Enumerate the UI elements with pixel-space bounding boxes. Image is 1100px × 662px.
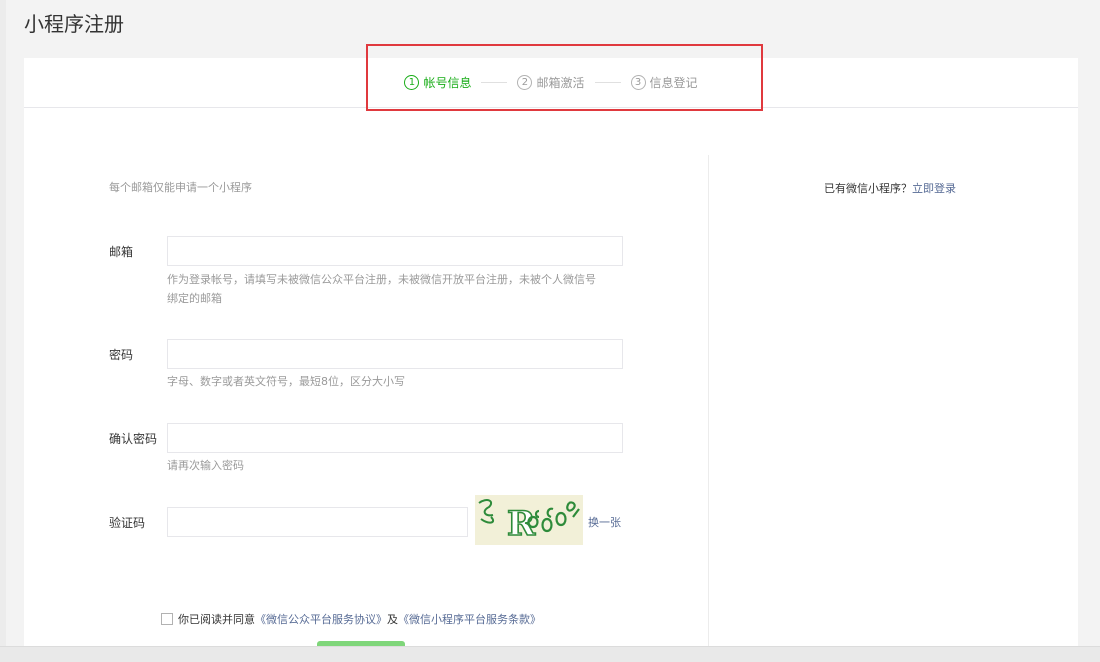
agreement-and: 及 <box>387 613 398 626</box>
agreement-prefix: 你已阅读并同意 <box>178 613 255 626</box>
password-tip: 字母、数字或者英文符号，最短8位，区分大小写 <box>167 375 405 388</box>
page-title: 小程序注册 <box>24 12 124 36</box>
email-input[interactable] <box>167 236 623 266</box>
confirm-password-label: 确认密码 <box>109 432 158 446</box>
email-tip-line-2: 绑定的邮箱 <box>167 292 222 305</box>
captcha-glyph: R <box>507 504 536 544</box>
captcha-image[interactable]: R <box>475 495 583 545</box>
login-link[interactable]: 立即登录 <box>912 182 956 195</box>
mini-program-terms-link[interactable]: 《微信小程序平台服务条款》 <box>398 611 541 627</box>
existing-account-prompt: 已有微信小程序？立即登录 <box>824 180 956 196</box>
password-label: 密码 <box>109 348 134 362</box>
highlight-annotation-box <box>366 44 763 111</box>
confirm-password-input[interactable] <box>167 423 623 453</box>
service-agreement-link[interactable]: 《微信公众平台服务协议》 <box>255 611 387 627</box>
confirm-password-tip: 请再次输入密码 <box>167 459 244 472</box>
captcha-input[interactable] <box>167 507 468 537</box>
password-input[interactable] <box>167 339 623 369</box>
email-label: 邮箱 <box>109 245 134 259</box>
captcha-label: 验证码 <box>109 516 146 530</box>
agreement-checkbox[interactable] <box>161 613 173 625</box>
email-tip-line-1: 作为登录帐号，请填写未被微信公众平台注册，未被微信开放平台注册，未被个人微信号 <box>167 273 596 286</box>
bottom-scrollbar[interactable] <box>0 646 1100 662</box>
email-tip: 作为登录帐号，请填写未被微信公众平台注册，未被微信开放平台注册，未被个人微信号 … <box>167 270 596 308</box>
email-limit-hint: 每个邮箱仅能申请一个小程序 <box>109 181 252 194</box>
left-edge-strip <box>0 0 6 662</box>
vertical-divider <box>708 155 709 662</box>
existing-account-question: 已有微信小程序？ <box>824 182 912 195</box>
captcha-refresh-link[interactable]: 换一张 <box>588 514 621 530</box>
agreement-row: 你已阅读并同意 《微信公众平台服务协议》 及 《微信小程序平台服务条款》 <box>161 611 541 627</box>
